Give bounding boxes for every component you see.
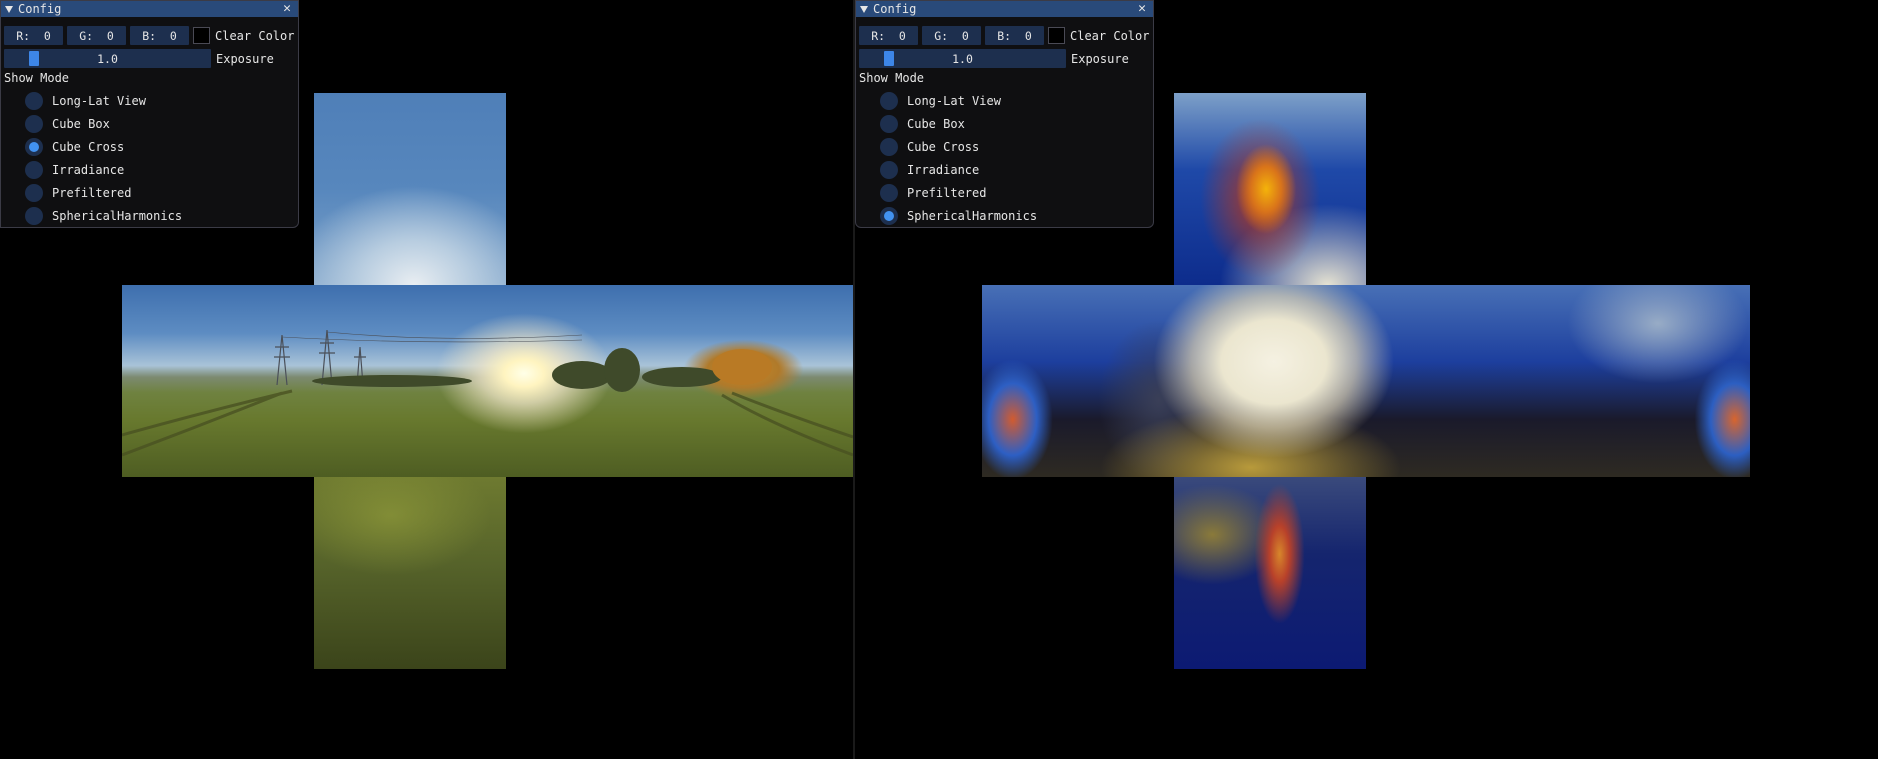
collapse-arrow-icon[interactable] <box>860 5 868 13</box>
radio-long-lat-view[interactable]: Long-Lat View <box>25 89 182 112</box>
show-mode-label: Show Mode <box>859 71 925 85</box>
radio-label: Cube Box <box>907 116 965 131</box>
config-window-right[interactable]: Config ✕ R: 0 G: 0 B: 0 Clear Color 1.0 … <box>855 0 1154 228</box>
radio-label: Cube Box <box>52 116 110 131</box>
radio-label: Long-Lat View <box>907 93 1001 108</box>
clear-color-row: R: 0 G: 0 B: 0 Clear Color <box>859 26 1149 45</box>
exposure-label: Exposure <box>1071 51 1129 66</box>
window-title: Config <box>873 2 917 16</box>
cube-face-bottom <box>314 477 506 669</box>
radio-button-icon[interactable] <box>880 206 898 225</box>
radio-label: SphericalHarmonics <box>52 208 183 223</box>
red-channel-field[interactable]: R: 0 <box>859 26 918 45</box>
show-mode-radio-group: Long-Lat View Cube Box Cube Cross Irradi… <box>25 89 182 227</box>
radio-cube-cross[interactable]: Cube Cross <box>25 135 182 158</box>
sh-face-top <box>1174 93 1366 285</box>
blue-channel-field[interactable]: B: 0 <box>985 26 1044 45</box>
radio-label: SphericalHarmonics <box>907 208 1038 223</box>
cube-face-top <box>314 93 506 285</box>
close-icon[interactable]: ✕ <box>1135 1 1149 17</box>
cube-face-middle-strip <box>122 285 853 477</box>
radio-button-icon[interactable] <box>25 137 43 156</box>
config-title-bar[interactable]: Config ✕ <box>1 1 298 17</box>
config-title-bar[interactable]: Config ✕ <box>856 1 1153 17</box>
radio-button-icon[interactable] <box>25 114 43 133</box>
radio-label: Long-Lat View <box>52 93 146 108</box>
green-channel-field[interactable]: G: 0 <box>67 26 126 45</box>
exposure-value: 1.0 <box>97 51 118 66</box>
radio-button-icon[interactable] <box>880 160 898 179</box>
radio-button-icon[interactable] <box>25 183 43 202</box>
clear-color-label: Clear Color <box>1070 28 1150 43</box>
exposure-slider[interactable]: 1.0 <box>4 49 211 68</box>
radio-label: Prefiltered <box>907 185 987 200</box>
blue-channel-field[interactable]: B: 0 <box>130 26 189 45</box>
radio-prefiltered[interactable]: Prefiltered <box>25 181 182 204</box>
exposure-value: 1.0 <box>952 51 973 66</box>
radio-cube-cross[interactable]: Cube Cross <box>880 135 1037 158</box>
exposure-row: 1.0 Exposure <box>859 49 1129 68</box>
window-title: Config <box>18 2 62 16</box>
power-lines-icon <box>122 329 853 457</box>
radio-irradiance[interactable]: Irradiance <box>880 158 1037 181</box>
right-viewport[interactable]: Config ✕ R: 0 G: 0 B: 0 Clear Color 1.0 … <box>855 0 1878 759</box>
radio-button-icon[interactable] <box>25 91 43 110</box>
red-channel-field[interactable]: R: 0 <box>4 26 63 45</box>
radio-cube-box[interactable]: Cube Box <box>25 112 182 135</box>
green-channel-field[interactable]: G: 0 <box>922 26 981 45</box>
radio-cube-box[interactable]: Cube Box <box>880 112 1037 135</box>
radio-spherical-harmonics[interactable]: SphericalHarmonics <box>25 204 182 227</box>
show-mode-radio-group: Long-Lat View Cube Box Cube Cross Irradi… <box>880 89 1037 227</box>
collapse-arrow-icon[interactable] <box>5 5 13 13</box>
radio-prefiltered[interactable]: Prefiltered <box>880 181 1037 204</box>
radio-label: Cube Cross <box>52 139 125 154</box>
sh-face-middle-strip <box>982 285 1750 477</box>
radio-label: Cube Cross <box>907 139 980 154</box>
clear-color-row: R: 0 G: 0 B: 0 Clear Color <box>4 26 294 45</box>
radio-button-icon[interactable] <box>880 114 898 133</box>
exposure-slider-grab[interactable] <box>29 51 39 66</box>
clear-color-swatch[interactable] <box>193 27 210 44</box>
radio-button-icon[interactable] <box>880 137 898 156</box>
exposure-slider[interactable]: 1.0 <box>859 49 1066 68</box>
radio-button-icon[interactable] <box>880 183 898 202</box>
radio-button-icon[interactable] <box>25 206 43 225</box>
sh-face-bottom <box>1174 477 1366 669</box>
clear-color-label: Clear Color <box>215 28 295 43</box>
exposure-row: 1.0 Exposure <box>4 49 274 68</box>
close-icon[interactable]: ✕ <box>280 1 294 17</box>
radio-long-lat-view[interactable]: Long-Lat View <box>880 89 1037 112</box>
exposure-slider-grab[interactable] <box>884 51 894 66</box>
radio-label: Irradiance <box>52 162 125 177</box>
exposure-label: Exposure <box>216 51 274 66</box>
radio-irradiance[interactable]: Irradiance <box>25 158 182 181</box>
radio-button-icon[interactable] <box>25 160 43 179</box>
clear-color-swatch[interactable] <box>1048 27 1065 44</box>
config-window-left[interactable]: Config ✕ R: 0 G: 0 B: 0 Clear Color 1.0 … <box>0 0 299 228</box>
radio-label: Prefiltered <box>52 185 132 200</box>
left-viewport[interactable]: Config ✕ R: 0 G: 0 B: 0 Clear Color 1.0 … <box>0 0 853 759</box>
radio-button-icon[interactable] <box>880 91 898 110</box>
radio-spherical-harmonics[interactable]: SphericalHarmonics <box>880 204 1037 227</box>
show-mode-label: Show Mode <box>4 71 70 85</box>
radio-label: Irradiance <box>907 162 980 177</box>
